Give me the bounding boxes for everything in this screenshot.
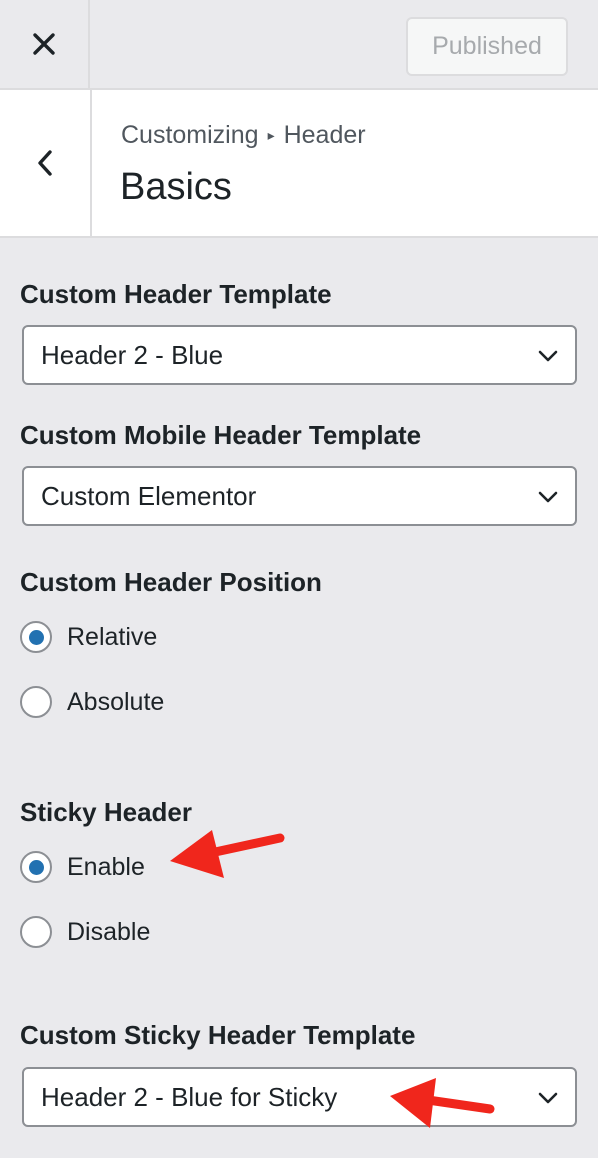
sticky-header-label: Sticky Header [20,797,192,827]
chevron-left-icon [38,150,52,176]
mobile-template-value: Custom Elementor [41,480,257,511]
mobile-template-label: Custom Mobile Header Template [20,420,422,450]
header-template-label: Custom Header Template [20,279,332,309]
breadcrumb: Customizing ▸ Header [121,121,366,150]
radio-button[interactable] [20,621,52,653]
annotation-arrow-icon [390,1078,495,1128]
sticky-template-label: Custom Sticky Header Template [20,1020,416,1050]
sticky-template-value: Header 2 - Blue for Sticky [41,1081,338,1112]
radio-label: Relative [67,622,158,651]
radio-label: Absolute [67,687,165,716]
close-button[interactable] [0,0,90,88]
chevron-down-icon [538,491,558,503]
radio-checked-dot [28,859,44,875]
radio-option-relative[interactable]: Relative [20,621,157,653]
customizer-topbar: Published [0,0,598,90]
chevron-down-icon [538,1092,558,1104]
header-template-select[interactable]: Header 2 - Blue [22,325,577,385]
radio-button[interactable] [20,851,52,883]
chevron-down-icon [538,350,558,362]
radio-button[interactable] [20,916,52,948]
radio-label: Disable [67,917,151,946]
section-title: Basics [120,166,232,208]
breadcrumb-root: Customizing [121,121,259,149]
position-label: Custom Header Position [20,567,322,597]
radio-label: Enable [67,852,145,881]
close-icon [33,33,55,55]
breadcrumb-separator: ▸ [267,127,275,143]
radio-option-absolute[interactable]: Absolute [20,686,164,718]
annotation-arrow-icon [170,830,285,878]
mobile-template-select[interactable]: Custom Elementor [22,466,577,526]
section-header: Customizing ▸ Header Basics [0,90,598,238]
back-button[interactable] [0,90,92,236]
published-button[interactable]: Published [406,17,568,76]
radio-checked-dot [28,629,44,645]
radio-option-disable[interactable]: Disable [20,916,150,948]
breadcrumb-parent: Header [283,121,366,149]
radio-option-enable[interactable]: Enable [20,851,145,883]
radio-button[interactable] [20,686,52,718]
header-template-value: Header 2 - Blue [41,339,224,370]
